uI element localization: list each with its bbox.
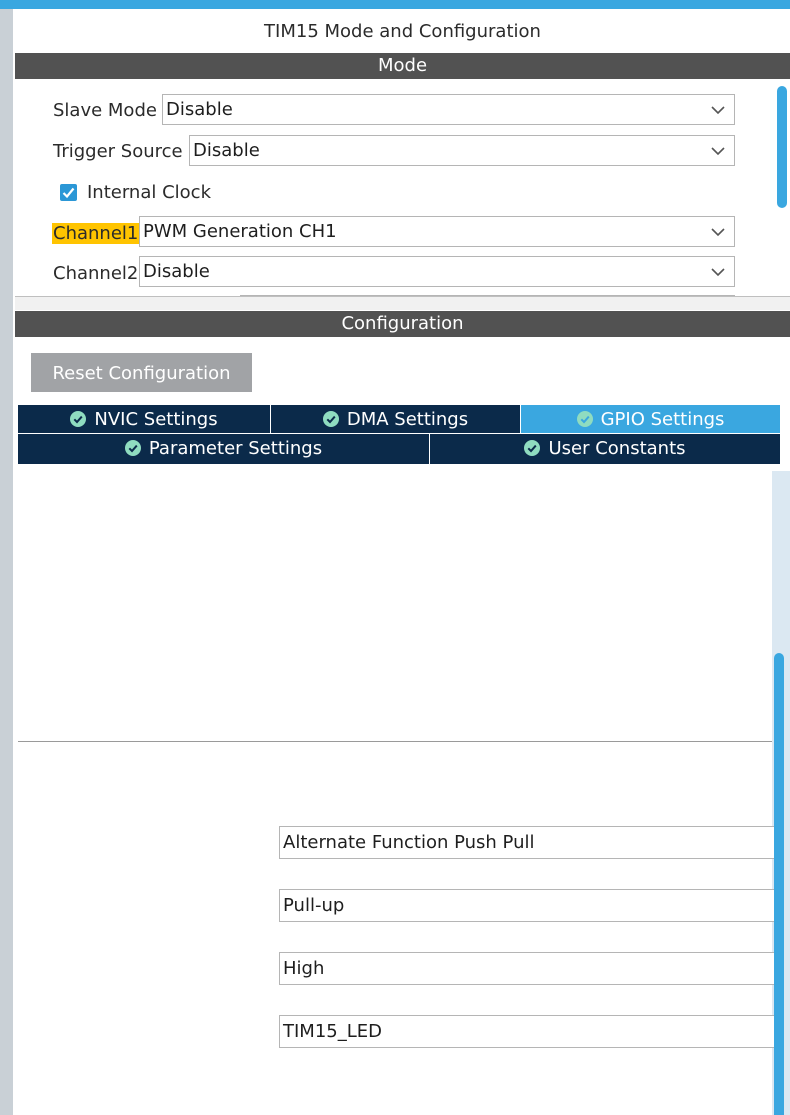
mode-panel: Slave Mode Disable Trigger Source Disabl… [15, 79, 790, 297]
chevron-down-icon [711, 106, 725, 115]
channel2-select[interactable]: Disable [139, 256, 735, 287]
gpio-user-label-field[interactable]: TIM15_LED [279, 1015, 774, 1048]
check-circle-icon [70, 411, 87, 427]
tab-dma-settings[interactable]: DMA Settings [271, 405, 520, 433]
panel-title: TIM15 Mode and Configuration [264, 21, 541, 42]
slave-mode-label: Slave Mode [53, 100, 157, 121]
gpio-table-divider[interactable] [18, 741, 772, 742]
splitter-handle[interactable] [15, 297, 790, 310]
content-scrollbar-thumb[interactable] [774, 653, 784, 1115]
check-circle-icon [322, 411, 339, 427]
gpio-mode-field[interactable]: Alternate Function Push Pull [279, 826, 774, 859]
channel2-value: Disable [143, 261, 210, 282]
mode-section-header[interactable]: Mode [15, 53, 790, 79]
tab-label: User Constants [548, 438, 686, 459]
chevron-down-icon [711, 268, 725, 277]
checkmark-icon [62, 187, 75, 199]
internal-clock-label: Internal Clock [87, 182, 211, 203]
check-circle-icon [576, 411, 593, 427]
window-top-bar [0, 0, 790, 9]
internal-clock-checkbox[interactable] [60, 184, 77, 201]
tab-label: DMA Settings [346, 409, 469, 430]
chevron-down-icon [711, 147, 725, 156]
tab-parameter-settings[interactable]: Parameter Settings [18, 434, 429, 464]
chevron-down-icon [711, 228, 725, 237]
trigger-source-select[interactable]: Disable [189, 135, 735, 166]
mode-scrollbar-thumb[interactable] [777, 86, 787, 208]
check-circle-icon [124, 440, 141, 456]
tab-nvic-settings[interactable]: NVIC Settings [18, 405, 270, 433]
channel1-label-text: Channel1 [52, 223, 140, 244]
trigger-source-value: Disable [193, 140, 260, 161]
gpio-speed-field[interactable]: High [279, 952, 774, 985]
gpio-pull-field[interactable]: Pull-up [279, 889, 774, 922]
tab-user-constants[interactable]: User Constants [430, 434, 780, 464]
tab-label: NVIC Settings [94, 409, 218, 430]
check-circle-icon [524, 440, 541, 456]
tab-gpio-settings[interactable]: GPIO Settings [521, 405, 780, 433]
slave-mode-select[interactable]: Disable [162, 94, 735, 125]
trigger-source-label: Trigger Source [53, 141, 183, 162]
tab-label: GPIO Settings [600, 409, 725, 430]
configuration-section-header[interactable]: Configuration [15, 311, 790, 337]
channel1-select[interactable]: PWM Generation CH1 [139, 216, 735, 247]
channel1-value: PWM Generation CH1 [143, 221, 337, 242]
left-border-strip [0, 9, 13, 1115]
slave-mode-value: Disable [166, 99, 233, 120]
reset-configuration-button[interactable]: Reset Configuration [31, 353, 252, 392]
channel2-label: Channel2 [53, 263, 139, 284]
channel1-label: Channel1 [52, 223, 140, 244]
tab-label: Parameter Settings [148, 438, 323, 459]
